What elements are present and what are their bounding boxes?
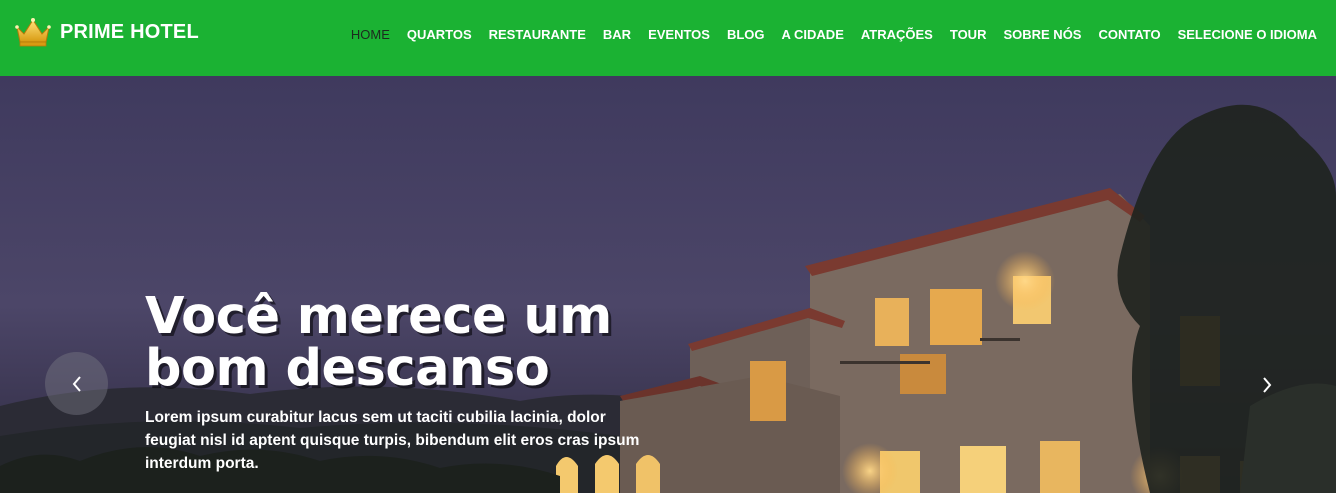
nav-bar[interactable]: BAR [603, 26, 631, 44]
brand-logo[interactable]: PRIME HOTEL [14, 16, 199, 48]
nav-home[interactable]: HOME [351, 26, 390, 44]
nav-quartos[interactable]: QUARTOS [407, 26, 472, 44]
nav-sobre-nos[interactable]: SOBRE NÓS [1003, 26, 1081, 44]
crown-icon [15, 18, 51, 47]
hero-title: Você merece um bom descanso [145, 287, 612, 399]
nav-atracoes[interactable]: ATRAÇÕES [861, 26, 933, 44]
slider-prev-button[interactable] [45, 352, 108, 415]
nav-tour[interactable]: TOUR [950, 26, 987, 44]
nav-blog[interactable]: BLOG [727, 26, 765, 44]
slider-next-button[interactable] [1247, 365, 1287, 405]
nav-contato[interactable]: CONTATO [1098, 26, 1160, 44]
nav-restaurante[interactable]: RESTAURANTE [489, 26, 586, 44]
language-selector[interactable]: SELECIONE O IDIOMA [1178, 26, 1317, 44]
chevron-right-icon [1263, 377, 1272, 393]
main-menu: HOME QUARTOS RESTAURANTE BAR EVENTOS BLO… [334, 26, 1317, 44]
brand-name: PRIME HOTEL [60, 20, 199, 43]
hero-slider: Você merece um bom descanso Lorem ipsum … [0, 76, 1336, 493]
nav-eventos[interactable]: EVENTOS [648, 26, 710, 44]
chevron-left-icon [72, 375, 81, 392]
hero-description: Lorem ipsum curabitur lacus sem ut tacit… [145, 408, 640, 472]
nav-a-cidade[interactable]: A CIDADE [782, 26, 844, 44]
navbar: PRIME HOTEL HOME QUARTOS RESTAURANTE BAR… [0, 0, 1336, 76]
